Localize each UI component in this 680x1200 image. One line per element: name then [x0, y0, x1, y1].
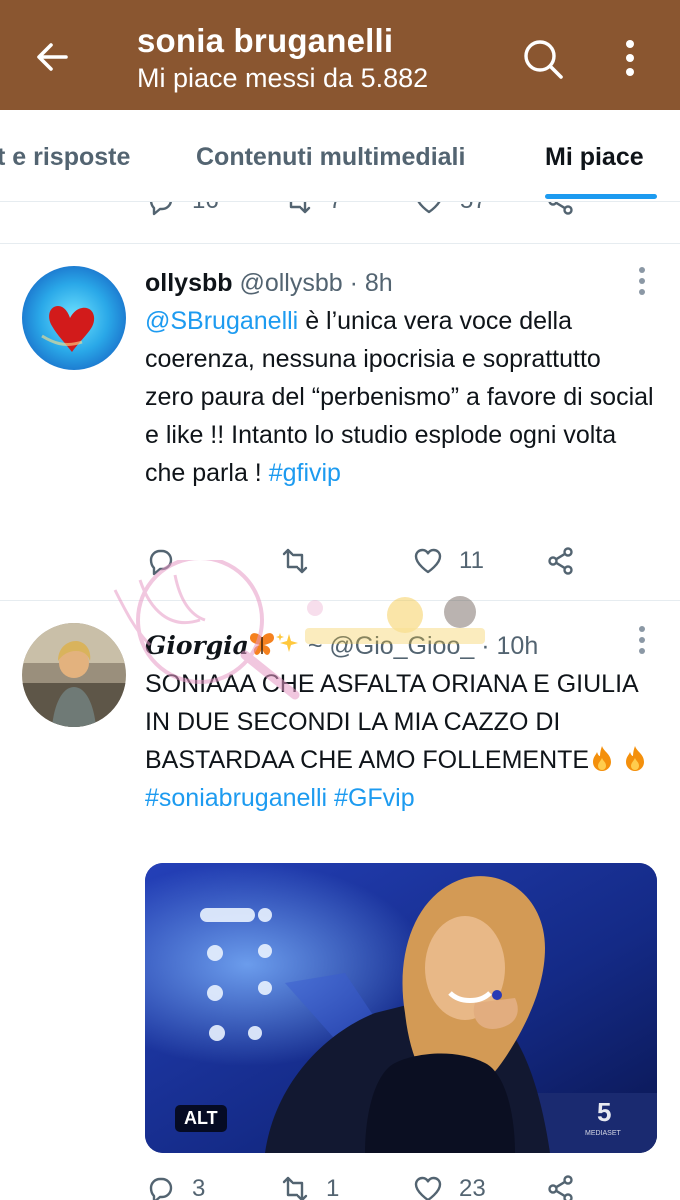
fire-emoji-icon	[626, 746, 645, 771]
share-button[interactable]	[546, 202, 576, 216]
tweet-media-image[interactable]: 5 MEDIASET ALT	[145, 863, 657, 1153]
like-button[interactable]: 23	[413, 1174, 486, 1200]
tab-media[interactable]: Contenuti multimediali	[196, 143, 465, 172]
sparkles-emoji-icon	[275, 633, 298, 652]
share-icon	[548, 547, 573, 575]
fire-emoji-icon	[593, 746, 612, 771]
reply-count: 3	[192, 1175, 206, 1200]
separator: ·	[481, 632, 490, 660]
profile-name-title: sonia bruganelli	[137, 22, 394, 59]
retweet-icon	[282, 1176, 308, 1200]
profile-tabs: t e risposte Contenuti multimediali Mi p…	[0, 110, 680, 202]
avatar[interactable]	[22, 266, 126, 370]
active-tab-indicator	[545, 194, 657, 199]
reply-icon	[149, 202, 172, 216]
svg-text:MEDIASET: MEDIASET	[585, 1130, 622, 1137]
alt-text-badge[interactable]: ALT	[175, 1105, 227, 1132]
retweet-count: 1	[326, 1175, 340, 1200]
timestamp: 8h	[364, 269, 393, 297]
display-name[interactable]: ollysbb	[145, 269, 233, 297]
like-count: 57	[460, 202, 487, 215]
back-arrow-icon[interactable]	[30, 34, 76, 80]
heart-icon	[417, 202, 441, 214]
reply-icon	[149, 549, 173, 576]
hashtag-link[interactable]: #GFvip	[334, 784, 415, 812]
retweet-button[interactable]: 7	[283, 202, 342, 216]
butterfly-emoji-icon	[249, 633, 274, 655]
share-button[interactable]	[546, 546, 576, 576]
tweet-text-content: SONIAAA CHE ASFALTA ORIANA E GIULIA IN D…	[145, 670, 638, 774]
retweet-icon	[282, 548, 308, 574]
handle[interactable]: @ollysbb	[239, 269, 342, 297]
reply-button[interactable]	[146, 546, 176, 576]
reply-icon	[149, 1177, 173, 1200]
name-suffix: ~	[300, 632, 323, 660]
retweet-icon	[289, 202, 311, 214]
mention-link[interactable]: @SBruganelli	[145, 307, 298, 335]
heart-icon	[414, 548, 442, 574]
reply-button[interactable]: 3	[146, 1174, 205, 1200]
top-app-bar: sonia bruganelli Mi piace messi da 5.882	[0, 0, 680, 110]
like-button[interactable]: 11	[413, 546, 484, 576]
svg-text:5: 5	[597, 1097, 611, 1127]
like-count: 11	[459, 547, 484, 574]
likes-count-subtitle: Mi piace messi da 5.882	[137, 63, 429, 93]
share-button[interactable]	[546, 1174, 576, 1200]
previous-tweet-actions: 16 7 57	[0, 202, 680, 244]
handle[interactable]: @Gio_Gioo_	[329, 632, 474, 660]
hashtag-link[interactable]: #soniabruganelli	[145, 784, 327, 812]
timestamp: 10h	[496, 632, 539, 660]
retweet-count: 7	[329, 202, 342, 215]
overflow-menu-icon[interactable]	[612, 36, 648, 82]
reply-button[interactable]: 16	[146, 202, 219, 216]
display-name[interactable]: Giorgia	[145, 631, 249, 660]
tweet-card[interactable]: ollysbb @ollysbb · 8h @SBruganelli è l’u…	[0, 244, 680, 599]
search-icon[interactable]	[520, 36, 566, 82]
avatar[interactable]	[22, 623, 126, 727]
tab-likes[interactable]: Mi piace	[545, 143, 644, 172]
retweet-button[interactable]	[280, 546, 310, 576]
tweet-text: SONIAAA CHE ASFALTA ORIANA E GIULIA IN D…	[145, 665, 655, 817]
tweet-card[interactable]: Giorgia ~ @Gio_Gioo_ · 10h SONIAAA CHE A…	[0, 601, 680, 1200]
reply-count: 16	[192, 202, 219, 215]
tweet-header: ollysbb @ollysbb · 8h	[145, 269, 393, 298]
tab-replies[interactable]: t e risposte	[0, 143, 130, 172]
tweet-options-icon[interactable]	[628, 623, 656, 657]
share-icon	[548, 1175, 573, 1200]
tweet-header: Giorgia ~ @Gio_Gioo_ · 10h	[145, 630, 538, 661]
like-button[interactable]: 57	[414, 202, 487, 216]
share-icon	[548, 202, 573, 215]
retweet-button[interactable]: 1	[280, 1174, 339, 1200]
hashtag-link[interactable]: #gfivip	[269, 459, 341, 487]
tweet-text: @SBruganelli è l’unica vera voce della c…	[145, 302, 655, 492]
heart-icon	[414, 1176, 442, 1200]
like-count: 23	[459, 1175, 486, 1200]
tweet-options-icon[interactable]	[628, 264, 656, 298]
separator: ·	[349, 269, 358, 297]
